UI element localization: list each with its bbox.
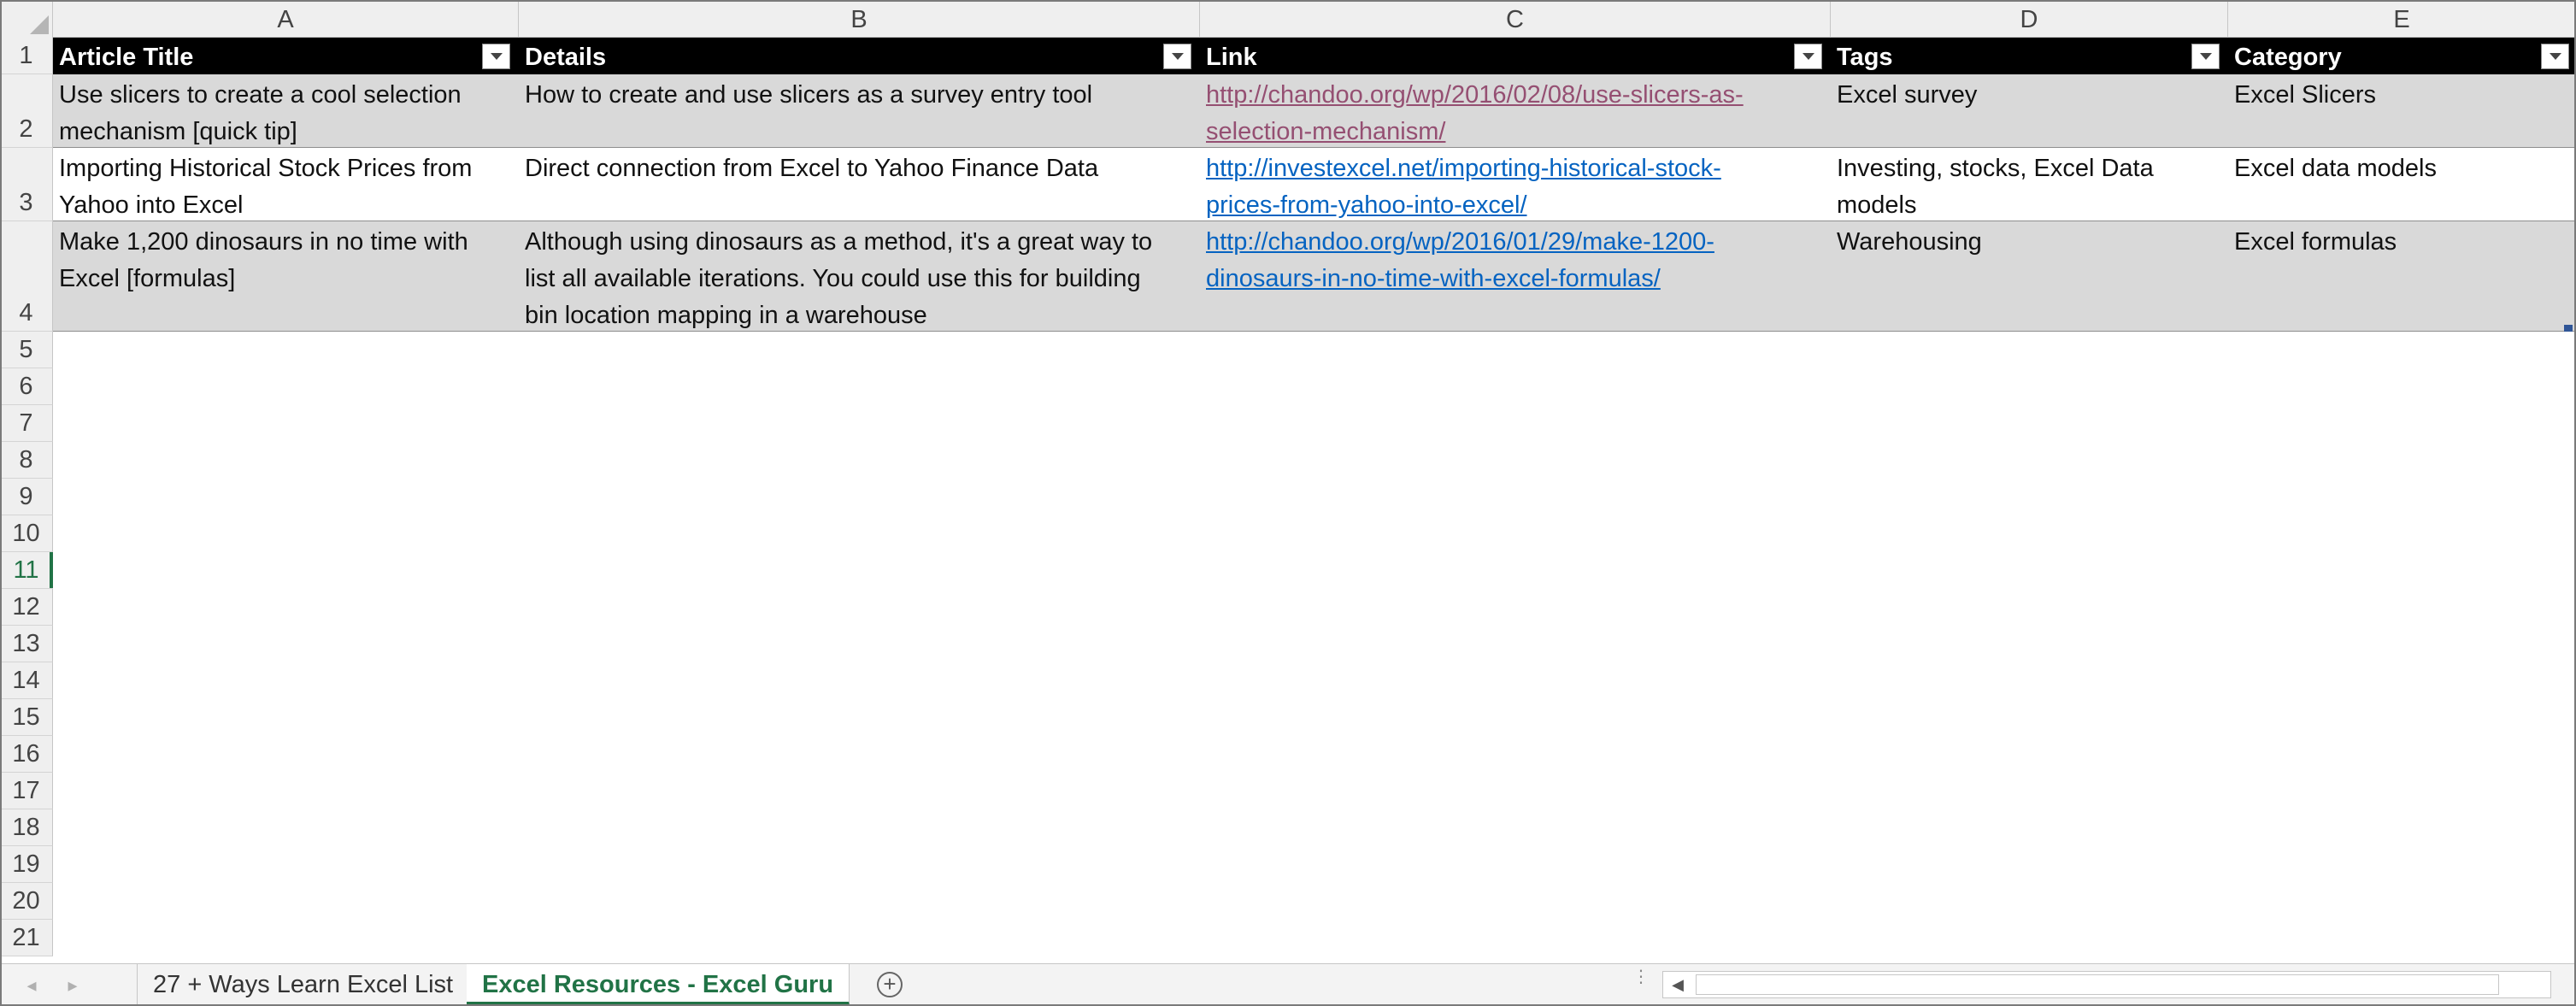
cell-link[interactable]: http://investexcel.net/importing-histori…: [1200, 148, 1831, 221]
cell-details[interactable]: Although using dinosaurs as a method, it…: [519, 221, 1200, 332]
cell-details[interactable]: Direct connection from Excel to Yahoo Fi…: [519, 148, 1200, 221]
cell-article-title[interactable]: Importing Historical Stock Prices from Y…: [53, 148, 519, 221]
scrollbar-thumb[interactable]: [1696, 974, 2499, 995]
row-header-6[interactable]: 6: [0, 368, 53, 405]
filter-dropdown-icon[interactable]: [2191, 44, 2220, 69]
chevron-right-icon[interactable]: ▸: [62, 973, 84, 998]
cell-details[interactable]: How to create and use slicers as a surve…: [519, 74, 1200, 148]
header-article-title[interactable]: Article Title: [53, 38, 519, 74]
column-header-bar: A B C D E: [0, 0, 2576, 38]
row-header-8[interactable]: 8: [0, 442, 53, 479]
column-header-d[interactable]: D: [1831, 0, 2228, 38]
arrow-left-icon[interactable]: ◀: [1663, 972, 1692, 997]
column-header-a[interactable]: A: [53, 0, 519, 38]
table-row: Make 1,200 dinosaurs in no time with Exc…: [53, 221, 2576, 332]
horizontal-scrollbar[interactable]: ◀: [1662, 971, 2551, 998]
filter-dropdown-icon[interactable]: [1163, 44, 1191, 69]
row-header-16[interactable]: 16: [0, 736, 53, 773]
row-header-13[interactable]: 13: [0, 626, 53, 662]
select-all-corner[interactable]: [0, 0, 53, 38]
column-header-b[interactable]: B: [519, 0, 1200, 38]
row-header-3[interactable]: 3: [0, 148, 53, 221]
header-link[interactable]: Link: [1200, 38, 1831, 74]
table-resize-handle[interactable]: [2564, 325, 2573, 332]
cell-category[interactable]: Excel formulas: [2228, 221, 2576, 332]
header-details[interactable]: Details: [519, 38, 1200, 74]
filter-dropdown-icon[interactable]: [2541, 44, 2569, 69]
filter-dropdown-icon[interactable]: [482, 44, 510, 69]
row-header-4[interactable]: 4: [0, 221, 53, 332]
row-header-15[interactable]: 15: [0, 699, 53, 736]
row-header-7[interactable]: 7: [0, 405, 53, 442]
row-header-19[interactable]: 19: [0, 846, 53, 883]
column-header-e[interactable]: E: [2228, 0, 2576, 38]
cell-link[interactable]: http://chandoo.org/wp/2016/02/08/use-sli…: [1200, 74, 1831, 148]
cell-category[interactable]: Excel Slicers: [2228, 74, 2576, 148]
cell-category[interactable]: Excel data models: [2228, 148, 2576, 221]
row-header-5[interactable]: 5: [0, 332, 53, 368]
spreadsheet-window: A B C D E 1 2 3 4 5 6 7 8 9 10 11 12 13 …: [0, 0, 2576, 1006]
row-header-9[interactable]: 9: [0, 479, 53, 515]
sheet-tab-bar: ◂ ▸ 27 + Ways Learn Excel List Excel Res…: [0, 963, 2576, 1006]
cell-article-title[interactable]: Use slicers to create a cool selection m…: [53, 74, 519, 148]
table-row: Use slicers to create a cool selection m…: [53, 74, 2576, 148]
row-header-17[interactable]: 17: [0, 773, 53, 809]
row-header-14[interactable]: 14: [0, 662, 53, 699]
header-category[interactable]: Category: [2228, 38, 2576, 74]
split-handle-icon[interactable]: ⋮: [1632, 968, 1650, 998]
table-header-row: Article Title Details Link Tags Category: [53, 38, 2576, 74]
cell-article-title[interactable]: Make 1,200 dinosaurs in no time with Exc…: [53, 221, 519, 332]
plus-circle-icon[interactable]: +: [877, 972, 903, 997]
row-header-2[interactable]: 2: [0, 74, 53, 148]
row-header-18[interactable]: 18: [0, 809, 53, 846]
row-header-12[interactable]: 12: [0, 589, 53, 626]
sheet-tab-excel-resources[interactable]: Excel Resources - Excel Guru: [467, 964, 850, 1005]
cell-tags[interactable]: Excel survey: [1831, 74, 2228, 148]
chevron-left-icon[interactable]: ◂: [21, 973, 43, 998]
row-header-10[interactable]: 10: [0, 515, 53, 552]
row-header-21[interactable]: 21: [0, 920, 53, 956]
row-header-20[interactable]: 20: [0, 883, 53, 920]
column-header-c[interactable]: C: [1200, 0, 1831, 38]
filter-dropdown-icon[interactable]: [1794, 44, 1822, 69]
sheet-tab-27-ways[interactable]: 27 + Ways Learn Excel List: [137, 964, 470, 1005]
cell-tags[interactable]: Investing, stocks, Excel Data models: [1831, 148, 2228, 221]
row-header-11[interactable]: 11: [0, 552, 53, 589]
cell-tags[interactable]: Warehousing: [1831, 221, 2228, 332]
cell-link[interactable]: http://chandoo.org/wp/2016/01/29/make-12…: [1200, 221, 1831, 332]
header-tags[interactable]: Tags: [1831, 38, 2228, 74]
table-row: Importing Historical Stock Prices from Y…: [53, 148, 2576, 221]
row-header-1[interactable]: 1: [0, 38, 53, 74]
